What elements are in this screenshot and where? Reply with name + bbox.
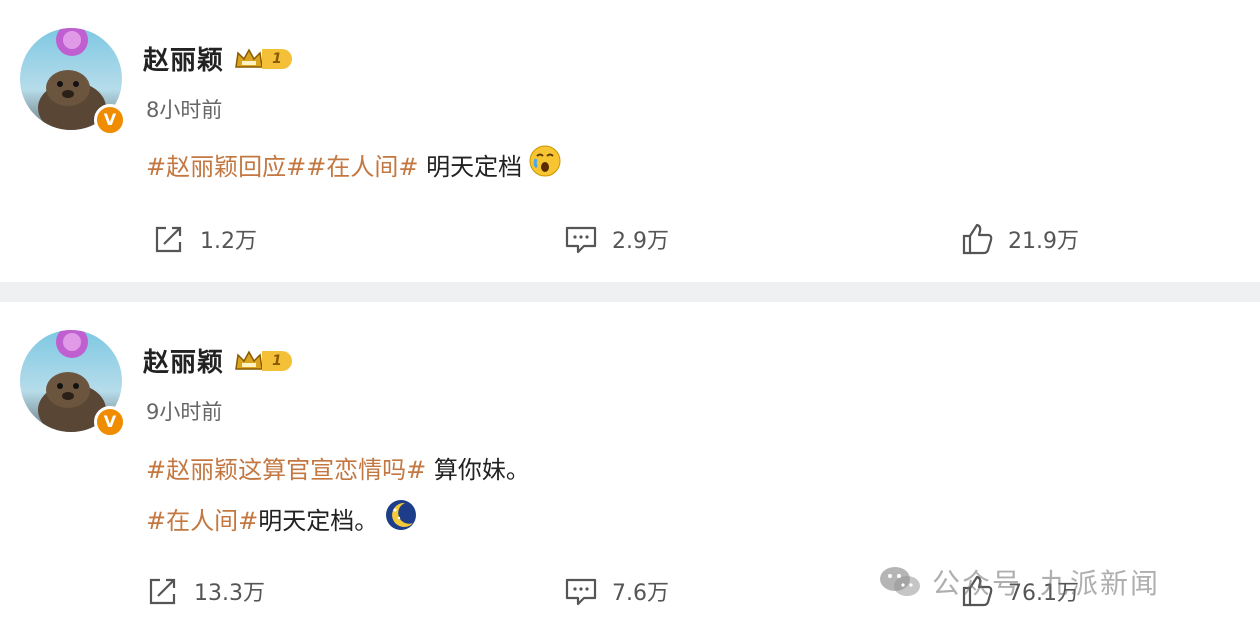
hashtag-link[interactable]: #赵丽颖回应# [146,147,306,182]
share-button[interactable]: 13.3万 [146,574,265,608]
like-icon [962,223,993,255]
watermark-label: 公众号 [932,567,1023,600]
hashtag-link[interactable]: #在人间# [306,147,418,182]
crown-icon [235,47,263,68]
avatar[interactable]: V [20,330,126,438]
member-rank-badge[interactable]: 1 [234,47,293,70]
post-text-content: 算你妹。 [426,456,530,484]
member-rank-badge[interactable]: 1 [234,349,293,372]
crying-face-icon [528,144,562,184]
share-icon [149,578,176,605]
like-count: 21.9万 [1008,229,1079,254]
share-count: 13.3万 [194,581,265,606]
post-text-content: 明天定档。 [258,506,379,535]
share-count: 1.2万 [200,229,257,254]
share-button[interactable]: 1.2万 [152,222,257,256]
comment-icon [565,578,597,606]
crown-icon [235,349,263,370]
author-name[interactable]: 赵丽颖 [143,342,224,379]
comment-count: 7.6万 [612,581,669,606]
post-text: #赵丽颖回应# #在人间# 明天定档 [146,144,562,184]
weibo-post-1: V 赵丽颖 1 8小时前 #赵丽颖回应# #在人间# 明天定档 1.2万 2.9… [0,0,1260,282]
like-button[interactable]: 21.9万 [960,222,1079,256]
post-actions: 1.2万 2.9万 21.9万 [0,222,1260,262]
verified-icon: V [94,104,126,136]
comment-count: 2.9万 [612,229,669,254]
hashtag-link[interactable]: #赵丽颖这算官宣恋情吗# [146,450,426,485]
comment-button[interactable]: 2.9万 [564,222,669,256]
watermark: 公众号 九派新闻 [878,562,1160,602]
post-time: 8小时前 [146,98,223,122]
moon-icon [384,498,418,538]
watermark-name: 九派新闻 [1040,567,1161,600]
level-number: 1 [262,350,293,371]
hashtag-link[interactable]: #在人间# [146,501,258,536]
avatar[interactable]: V [20,28,126,136]
post-text: #在人间# 明天定档。 [146,498,418,538]
post-text: #赵丽颖这算官宣恋情吗# 算你妹。 [146,450,530,485]
post-divider [0,282,1260,302]
verified-icon: V [94,406,126,438]
comment-icon [565,226,597,254]
comment-button[interactable]: 7.6万 [564,574,669,608]
author-name[interactable]: 赵丽颖 [143,40,224,77]
share-icon [155,226,182,253]
wechat-icon [880,567,920,596]
level-number: 1 [262,48,293,69]
post-text-content: 明天定档 [418,152,523,181]
post-time: 9小时前 [146,400,223,424]
